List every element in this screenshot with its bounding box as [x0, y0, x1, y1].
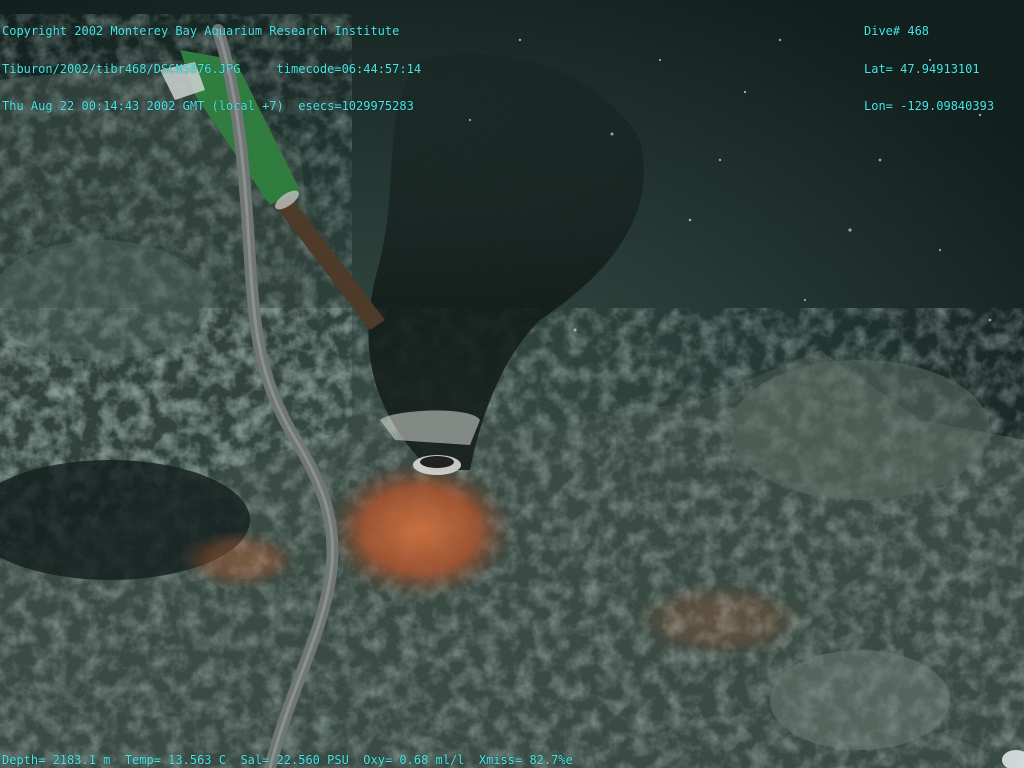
sensor-readout: Depth= 2183.1 m Temp= 13.563 C Sal= 22.5… [2, 754, 573, 767]
esecs-text: esecs=1029975283 [298, 99, 414, 113]
longitude: Lon= -129.09840393 [864, 99, 995, 113]
header-info-right: Dive# 468 Lat= 47.94913101 Lon= -129.098… [864, 0, 994, 138]
transmissometer-reading: Xmiss= 82.7%e [478, 753, 573, 767]
timecode-text: timecode=06:44:57:14 [276, 61, 422, 76]
temperature-reading: Temp= 13.563 C [124, 753, 226, 767]
photo-frame: Copyright 2002 Monterey Bay Aquarium Res… [0, 0, 1024, 768]
salinity-reading: Sal= 22.560 PSU [240, 753, 349, 767]
depth-reading: Depth= 2183.1 m [2, 753, 111, 767]
dive-number: Dive# 468 [864, 24, 930, 38]
latitude: Lat= 47.94913101 [864, 61, 980, 76]
oxygen-reading: Oxy= 0.68 ml/l [363, 753, 465, 767]
filename-text: Tiburon/2002/tibr468/DSCN5076.JPG [2, 61, 241, 76]
header-info-left: Copyright 2002 Monterey Bay Aquarium Res… [2, 0, 421, 138]
datetime-text: Thu Aug 22 00:14:43 2002 GMT (local +7) [2, 99, 284, 113]
copyright-text: Copyright 2002 Monterey Bay Aquarium Res… [2, 24, 400, 38]
